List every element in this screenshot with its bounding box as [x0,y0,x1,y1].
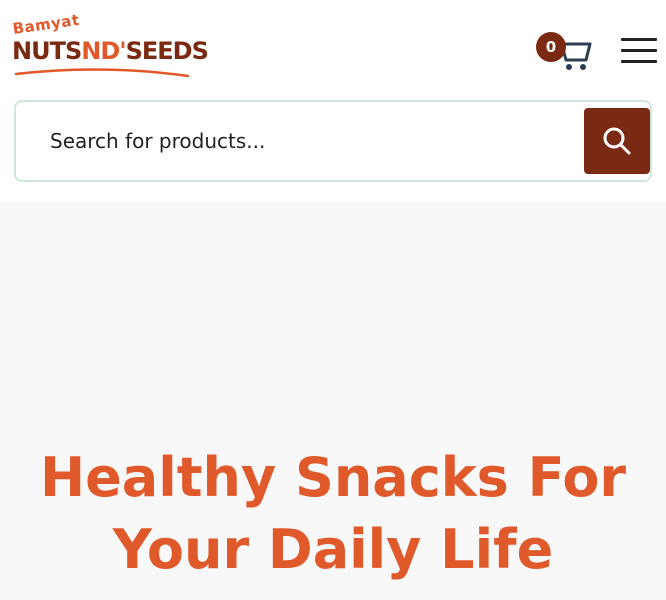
hero-title: Healthy Snacks For Your Daily Life [0,442,666,586]
hamburger-menu-icon-line [621,49,657,52]
hamburger-menu-icon [621,38,657,41]
hero-title-line-2: Your Daily Life [112,518,554,581]
logo-word-nd: ND [81,37,120,65]
search-input[interactable] [36,108,576,174]
search-button[interactable] [584,108,650,174]
search-bar [14,100,652,182]
logo-swoosh-icon [14,68,190,78]
hamburger-menu-icon-line [621,60,657,63]
hero-section: Healthy Snacks For Your Daily Life [0,202,666,600]
hero-title-line-1: Healthy Snacks For [39,446,627,509]
logo-word-seeds: SEEDS [125,37,209,65]
logo-word-nuts: NUTS [12,37,82,65]
search-icon [603,127,631,155]
logo-wordmark: NUTSND'SEEDS [12,36,209,66]
menu-button[interactable] [616,30,662,70]
cart-count-badge: 0 [536,32,566,62]
cart-button[interactable]: 0 [536,30,596,74]
logo-tagline: Bamyat [11,10,81,38]
site-header: Bamyat NUTSND'SEEDS 0 [0,0,666,96]
brand-logo[interactable]: Bamyat NUTSND'SEEDS [11,11,209,80]
